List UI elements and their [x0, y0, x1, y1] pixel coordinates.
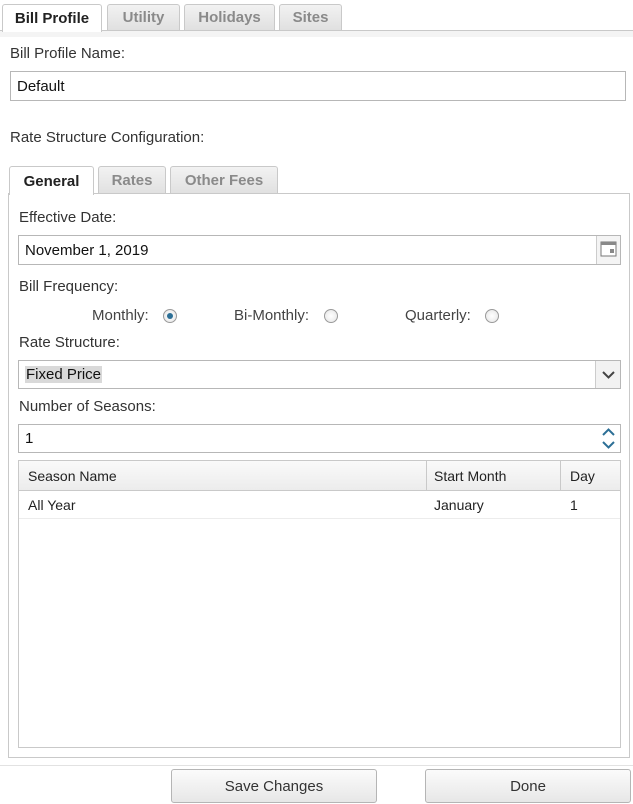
radio-quarterly[interactable] — [485, 309, 499, 323]
done-button[interactable]: Done — [425, 769, 631, 803]
radio-bimonthly[interactable] — [324, 309, 338, 323]
rate-structure-select[interactable]: Fixed Price — [18, 360, 621, 389]
bill-profile-name-label: Bill Profile Name: — [10, 45, 126, 62]
radio-label-quarterly: Quarterly: — [405, 307, 471, 324]
effective-date-value: November 1, 2019 — [25, 241, 149, 259]
number-of-seasons-label: Number of Seasons: — [19, 398, 156, 415]
tab-general[interactable]: General — [9, 166, 94, 195]
effective-date-label: Effective Date: — [19, 209, 117, 226]
column-header-season-name[interactable]: Season Name — [28, 461, 117, 491]
save-changes-button[interactable]: Save Changes — [171, 769, 377, 803]
table-header: Season Name Start Month Day — [19, 461, 620, 491]
chevron-up-icon[interactable] — [597, 425, 620, 438]
tab-rates[interactable]: Rates — [98, 166, 166, 194]
number-of-seasons-input[interactable]: 1 — [18, 424, 621, 453]
rate-structure-config-label: Rate Structure Configuration: — [10, 129, 205, 146]
footer-divider — [0, 765, 633, 766]
tab-holidays[interactable]: Holidays — [184, 4, 275, 30]
cell-start-month: January — [434, 496, 484, 513]
cell-day: 1 — [570, 496, 578, 513]
rate-structure-label: Rate Structure: — [19, 334, 120, 351]
number-of-seasons-value: 1 — [25, 430, 34, 447]
cell-season-name: All Year — [28, 496, 76, 513]
column-divider — [426, 461, 427, 491]
bill-frequency-label: Bill Frequency: — [19, 278, 119, 295]
column-header-day[interactable]: Day — [570, 461, 595, 491]
radio-monthly[interactable] — [163, 309, 177, 323]
radio-label-monthly: Monthly: — [92, 307, 149, 324]
column-header-start-month[interactable]: Start Month — [434, 461, 506, 491]
tab-other-fees[interactable]: Other Fees — [170, 166, 278, 194]
chevron-down-icon[interactable] — [595, 361, 620, 388]
radio-label-bimonthly: Bi-Monthly: — [234, 307, 310, 324]
table-row[interactable]: All Year January 1 — [19, 491, 620, 519]
calendar-icon[interactable] — [596, 236, 620, 264]
column-divider — [560, 461, 561, 491]
chevron-down-icon[interactable] — [597, 438, 620, 452]
seasons-table: Season Name Start Month Day All Year Jan… — [18, 460, 621, 748]
tab-utility[interactable]: Utility — [107, 4, 180, 30]
bill-profile-name-input[interactable]: Default — [10, 71, 626, 101]
rate-structure-value: Fixed Price — [25, 366, 103, 383]
tab-bill-profile[interactable]: Bill Profile — [2, 4, 102, 32]
tab-sites[interactable]: Sites — [279, 4, 342, 30]
effective-date-input[interactable]: November 1, 2019 — [18, 235, 621, 265]
